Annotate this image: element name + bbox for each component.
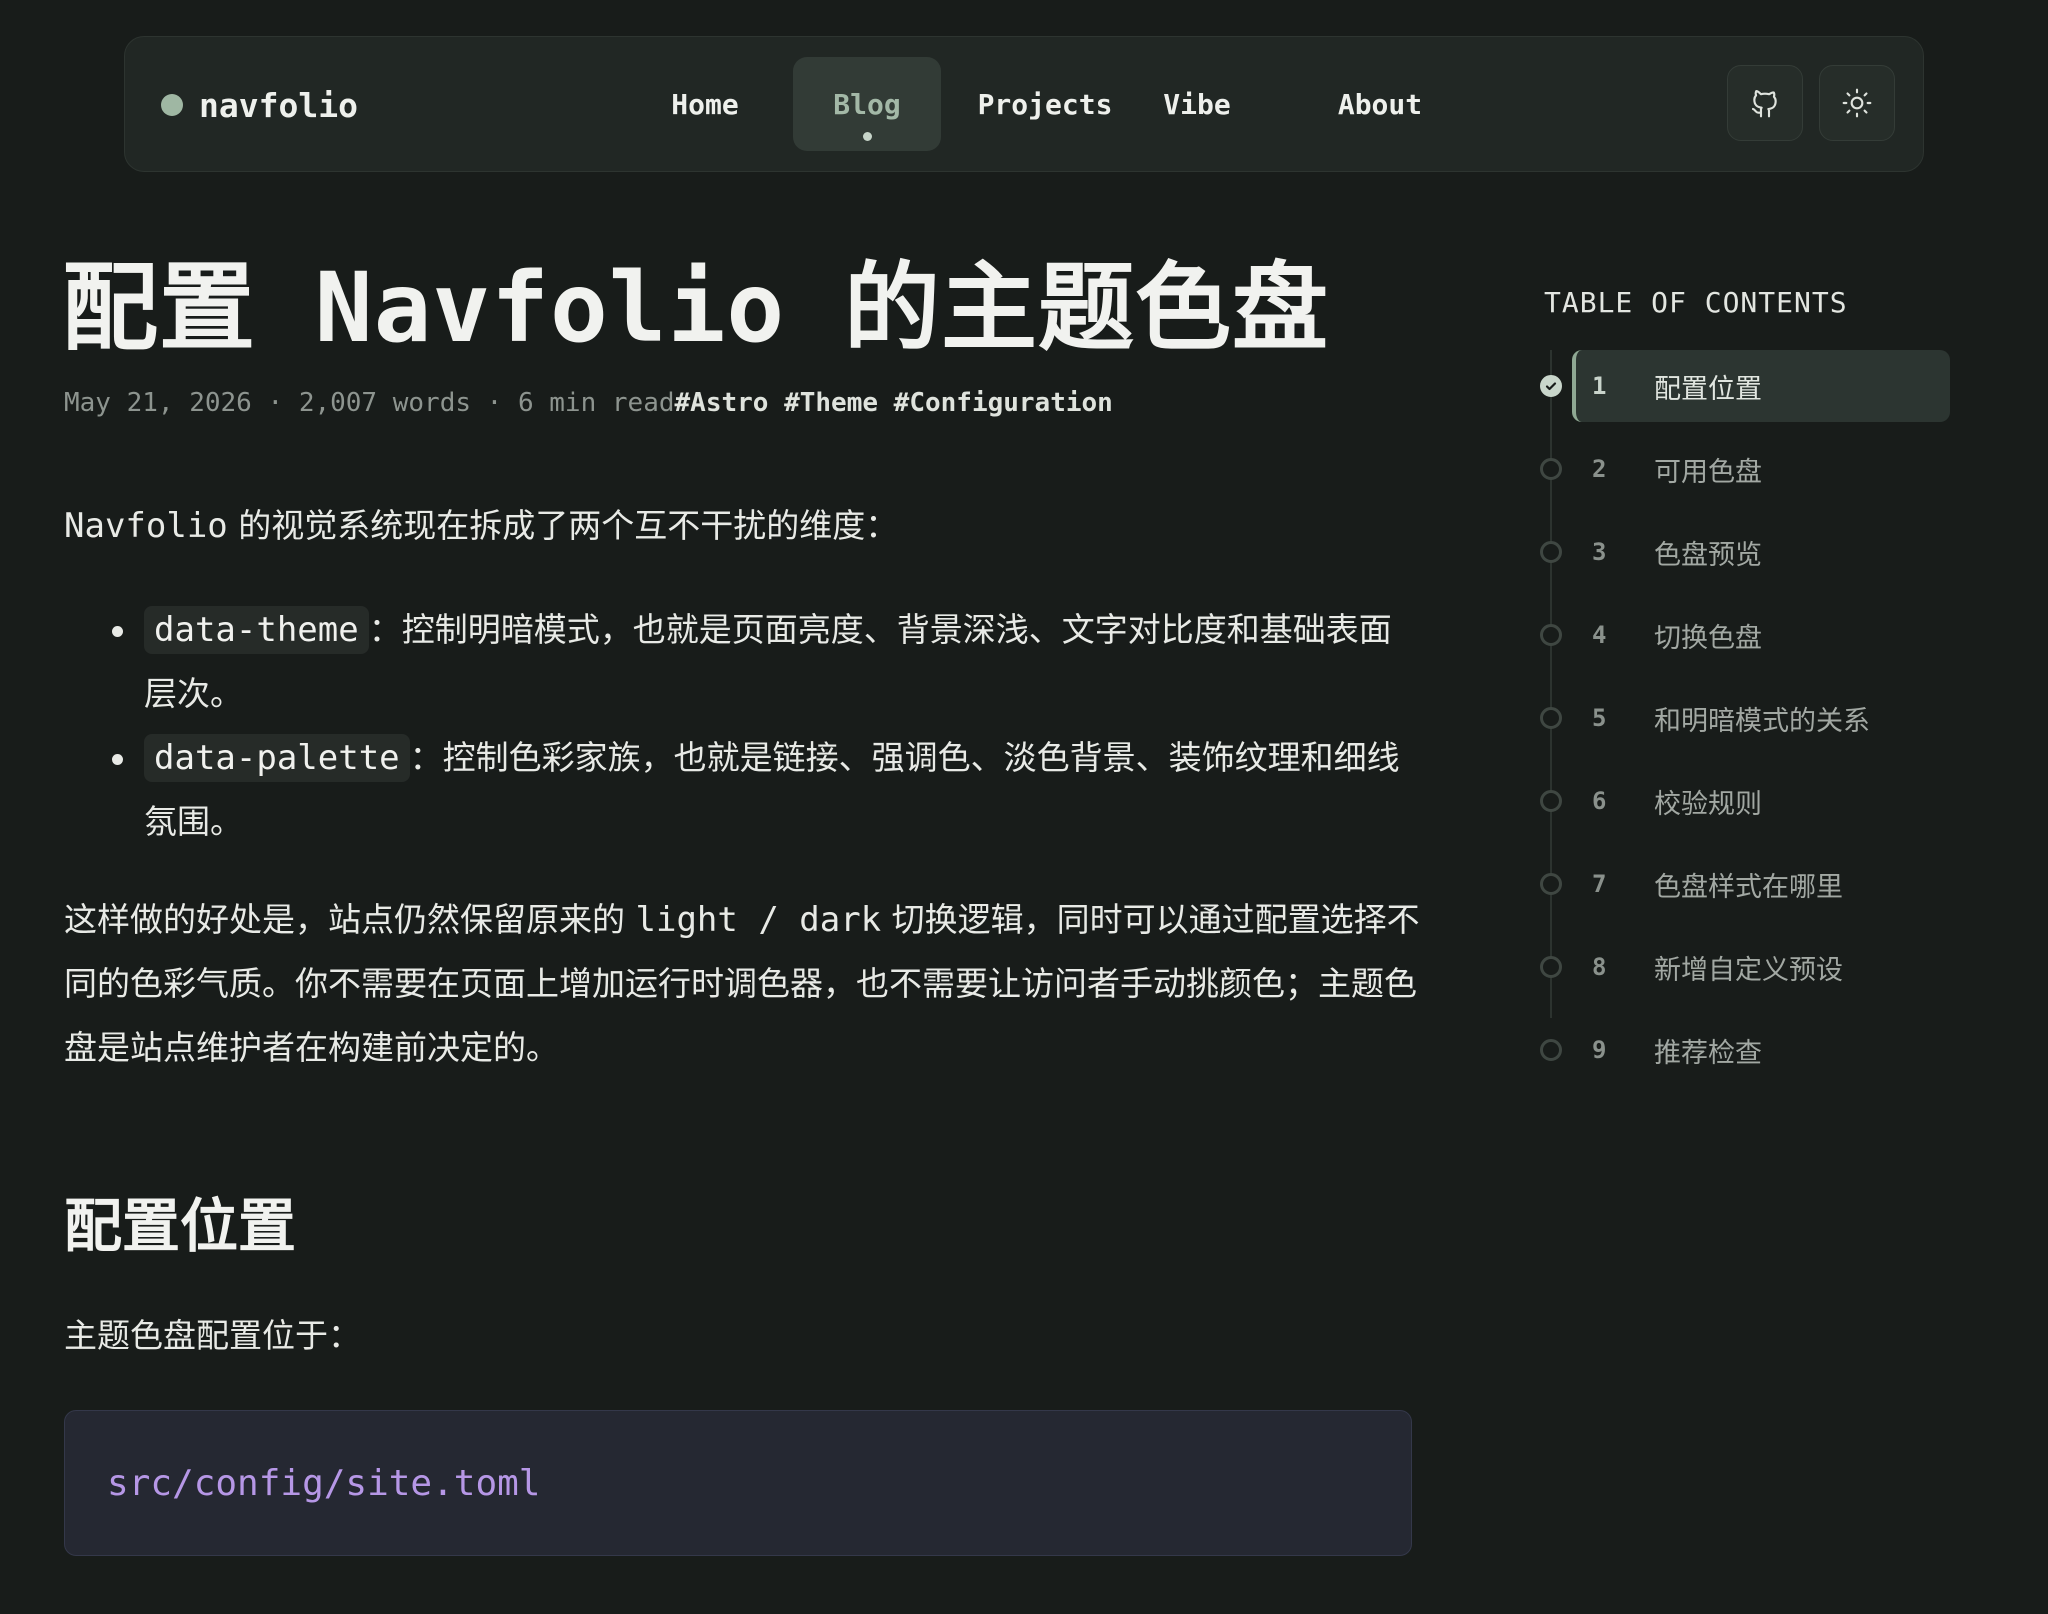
- circle-marker-icon: [1540, 707, 1562, 729]
- list-item: data-palette ：控制色彩家族，也就是链接、强调色、淡色背景、装饰纹理和…: [100, 726, 1420, 854]
- toc-item[interactable]: 7 色盘样式在哪里: [1540, 848, 1950, 920]
- github-button[interactable]: [1727, 65, 1803, 141]
- toc-item-label: 可用色盘: [1654, 456, 1762, 488]
- nav-vibe[interactable]: Vibe: [1147, 57, 1247, 151]
- toc-item-number: 7: [1592, 870, 1607, 898]
- toc-title: TABLE OF CONTENTS: [1544, 286, 1848, 319]
- github-icon: [1751, 90, 1777, 118]
- toc-item-label: 色盘预览: [1654, 539, 1762, 571]
- circle-marker-icon: [1540, 458, 1562, 480]
- toc-item[interactable]: 4 切换色盘: [1540, 599, 1950, 671]
- inline-code: data-palette: [144, 734, 410, 782]
- theme-toggle-button[interactable]: [1819, 65, 1895, 141]
- nav-blog[interactable]: Blog: [793, 57, 941, 151]
- code-block-text: src/config/site.toml: [107, 1462, 541, 1504]
- dimension-list: data-theme ：控制明暗模式，也就是页面亮度、背景深浅、文字对比度和基础表…: [100, 598, 1420, 854]
- code-block[interactable]: src/config/site.toml: [64, 1410, 1412, 1556]
- toc-item-label: 配置位置: [1654, 373, 1762, 405]
- toc-item[interactable]: 3 色盘预览: [1540, 516, 1950, 588]
- nav-blog-label: Blog: [833, 87, 901, 121]
- toc-item-number: 1: [1592, 372, 1607, 400]
- toc-item-label: 色盘样式在哪里: [1654, 871, 1843, 903]
- nav-home[interactable]: Home: [645, 57, 765, 151]
- toc-item[interactable]: 5 和明暗模式的关系: [1540, 682, 1950, 754]
- toc-item-number: 5: [1592, 704, 1607, 732]
- toc-item[interactable]: 8 新增自定义预设: [1540, 931, 1950, 1003]
- circle-marker-icon: [1540, 873, 1562, 895]
- body-paragraph: 主题色盘配置位于：: [64, 1316, 361, 1355]
- toc-item[interactable]: 9 推荐检查: [1540, 1014, 1950, 1086]
- paragraph-text: 这样做的好处是，站点仍然保留原来的: [64, 900, 636, 939]
- toc-item-number: 3: [1592, 538, 1607, 566]
- article-word-count: 2,007 words: [298, 388, 471, 418]
- toc-item-label: 新增自定义预设: [1654, 954, 1843, 986]
- nav-about[interactable]: About: [1319, 57, 1441, 151]
- toc-item-label: 推荐检查: [1654, 1037, 1762, 1069]
- article-meta: May 21, 2026 · 2,007 words · 6 min read#…: [64, 388, 1113, 418]
- circle-marker-icon: [1540, 956, 1562, 978]
- intro-code: Navfolio: [64, 506, 228, 546]
- tag-theme[interactable]: #Theme: [784, 388, 878, 418]
- top-navbar: navfolio Home Blog Projects Vibe About: [124, 36, 1924, 172]
- toc-item[interactable]: 1 配置位置: [1540, 350, 1950, 422]
- meta-separator: ·: [267, 388, 284, 418]
- tag-configuration[interactable]: #Configuration: [894, 388, 1113, 418]
- body-paragraph: 这样做的好处是，站点仍然保留原来的 light / dark 切换逻辑，同时可以…: [64, 888, 1424, 1080]
- toc-item[interactable]: 2 可用色盘: [1540, 433, 1950, 505]
- nav-projects[interactable]: Projects: [961, 57, 1129, 151]
- toc-item-number: 8: [1592, 953, 1607, 981]
- toc-item-number: 2: [1592, 455, 1607, 483]
- tag-astro[interactable]: #Astro: [675, 388, 769, 418]
- toc-item-label: 校验规则: [1654, 788, 1762, 820]
- circle-marker-icon: [1540, 624, 1562, 646]
- inline-code: data-theme: [144, 606, 369, 654]
- nav-links: Home Blog Projects Vibe About: [125, 37, 1923, 173]
- inline-code: light / dark: [635, 900, 882, 940]
- intro-text: 的视觉系统现在拆成了两个互不干扰的维度：: [227, 506, 899, 545]
- active-indicator-dot: [862, 132, 872, 141]
- toc-item-number: 9: [1592, 1036, 1607, 1064]
- intro-paragraph: Navfolio 的视觉系统现在拆成了两个互不干扰的维度：: [64, 494, 1424, 558]
- toc-item-number: 6: [1592, 787, 1607, 815]
- circle-marker-icon: [1540, 541, 1562, 563]
- article-read-time: 6 min read: [517, 388, 675, 418]
- circle-marker-icon: [1540, 790, 1562, 812]
- toc-item-number: 4: [1592, 621, 1607, 649]
- toc-item-label: 切换色盘: [1654, 622, 1762, 654]
- sun-icon: [1842, 88, 1872, 118]
- section-heading: 配置位置: [64, 1192, 297, 1260]
- meta-separator: ·: [486, 388, 503, 418]
- toc-item-label: 和明暗模式的关系: [1654, 705, 1870, 737]
- check-circle-icon: [1540, 375, 1562, 397]
- toc-item[interactable]: 6 校验规则: [1540, 765, 1950, 837]
- article-date: May 21, 2026: [64, 388, 252, 418]
- article-title: 配置 Navfolio 的主题色盘: [62, 252, 1329, 364]
- list-item: data-theme ：控制明暗模式，也就是页面亮度、背景深浅、文字对比度和基础表…: [100, 598, 1420, 726]
- circle-marker-icon: [1540, 1039, 1562, 1061]
